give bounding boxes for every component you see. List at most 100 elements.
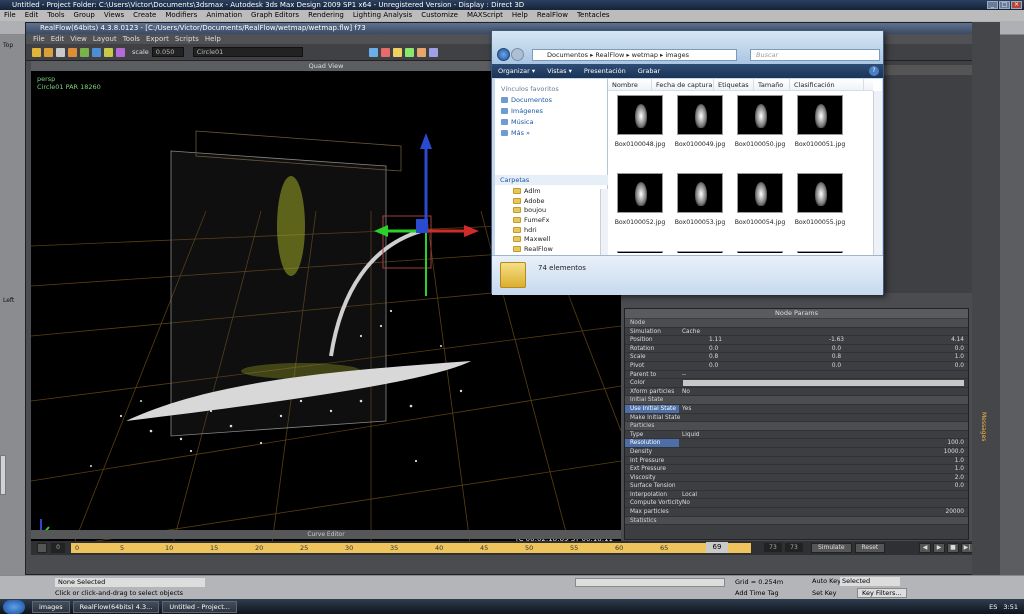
- realflow-menu-item[interactable]: View: [70, 34, 87, 44]
- play-icon[interactable]: ▶: [933, 543, 945, 553]
- file-thumbnail[interactable]: Box0100053.jpg: [672, 171, 728, 249]
- param-value[interactable]: Local: [679, 491, 968, 499]
- param-row[interactable]: Resolution 100.0: [625, 439, 968, 448]
- param-row[interactable]: Position 1.11 -1.63 4.14: [625, 336, 968, 345]
- param-vector[interactable]: 0.0 0.0 0.0: [679, 362, 968, 370]
- realflow-menu-item[interactable]: Export: [146, 34, 169, 44]
- menu-item[interactable]: Create: [133, 10, 156, 21]
- param-component[interactable]: 0.0: [709, 345, 718, 353]
- curve-editor-header[interactable]: Curve Editor: [31, 530, 621, 539]
- select-icon[interactable]: [80, 47, 89, 57]
- param-row[interactable]: Parent to --: [625, 371, 968, 380]
- param-value[interactable]: No: [679, 388, 968, 396]
- undo-icon[interactable]: [68, 47, 77, 57]
- messages-tab[interactable]: Messages: [980, 412, 987, 441]
- folder-item[interactable]: Adobe: [495, 196, 605, 206]
- folder-item[interactable]: Maxwell: [495, 234, 605, 244]
- param-component[interactable]: 4.14: [951, 336, 964, 344]
- coordinate-fields[interactable]: [575, 578, 725, 587]
- clock[interactable]: 3:51: [1003, 603, 1018, 611]
- param-component[interactable]: 0.8: [709, 353, 718, 361]
- range-end-field[interactable]: 73: [785, 543, 803, 552]
- auto-key-button[interactable]: Auto Key: [812, 577, 841, 585]
- param-component[interactable]: 0.0: [709, 362, 718, 370]
- param-row[interactable]: Scale 0.8 0.8 1.0: [625, 353, 968, 362]
- param-row[interactable]: Int Pressure 1.0: [625, 457, 968, 466]
- file-thumbnail[interactable]: Box0100049.jpg: [672, 93, 728, 171]
- realflow-menu-item[interactable]: Scripts: [175, 34, 199, 44]
- param-row[interactable]: Simulation Cache: [625, 328, 968, 337]
- menu-item[interactable]: Lighting Analysis: [353, 10, 412, 21]
- param-value[interactable]: 2.0: [679, 474, 968, 482]
- realflow-menu-item[interactable]: Edit: [51, 34, 65, 44]
- param-row[interactable]: Pivot 0.0 0.0 0.0: [625, 362, 968, 371]
- object-icon[interactable]: [392, 47, 402, 57]
- timeline-bar[interactable]: 0 5 10 15 20 25 30 35 40 45 50 55 60 65: [71, 543, 751, 553]
- save-icon[interactable]: [56, 47, 65, 57]
- menu-item[interactable]: File: [4, 10, 16, 21]
- file-thumbnail[interactable]: [612, 249, 668, 253]
- task-images[interactable]: images: [32, 600, 70, 613]
- reset-button[interactable]: Reset: [854, 543, 886, 553]
- file-thumbnail[interactable]: [732, 249, 788, 253]
- file-thumbnail[interactable]: Box0100054.jpg: [732, 171, 788, 249]
- timeline-prev-button[interactable]: [37, 543, 47, 553]
- range-start-field[interactable]: 73: [764, 543, 782, 552]
- column-header[interactable]: Tamaño: [754, 79, 790, 90]
- emitter-icon[interactable]: [368, 47, 378, 57]
- favorite-link[interactable]: Imágenes: [501, 107, 543, 115]
- favorite-link[interactable]: Más »: [501, 129, 530, 137]
- menu-item[interactable]: Graph Editors: [251, 10, 299, 21]
- file-thumbnail[interactable]: [792, 249, 848, 253]
- file-thumbnail[interactable]: Box0100051.jpg: [792, 93, 848, 171]
- timeline-start-field[interactable]: 0: [51, 543, 65, 553]
- param-component[interactable]: -1.63: [829, 336, 844, 344]
- param-row[interactable]: Color: [625, 379, 968, 388]
- menu-item[interactable]: Help: [512, 10, 528, 21]
- param-value[interactable]: 1.0: [679, 465, 968, 473]
- current-frame[interactable]: 69: [706, 542, 728, 553]
- param-value[interactable]: [679, 414, 968, 422]
- favorite-link[interactable]: Música: [501, 118, 533, 126]
- menu-item[interactable]: Views: [104, 10, 124, 21]
- param-component[interactable]: 0.0: [955, 362, 964, 370]
- menu-item[interactable]: Group: [74, 10, 95, 21]
- param-row[interactable]: Type Liquid: [625, 431, 968, 440]
- move-icon[interactable]: [92, 47, 101, 57]
- param-value[interactable]: 0.0: [679, 482, 968, 490]
- top-view-label[interactable]: Top: [3, 42, 13, 49]
- column-header[interactable]: Etiquetas: [714, 79, 754, 90]
- mesh-icon[interactable]: [404, 47, 414, 57]
- param-value[interactable]: Cache: [679, 328, 968, 336]
- param-vector[interactable]: 0.0 0.0 0.0: [679, 345, 968, 353]
- daemon-icon[interactable]: [380, 47, 390, 57]
- param-row[interactable]: Interpolation Local: [625, 491, 968, 500]
- param-row[interactable]: Viscosity 2.0: [625, 474, 968, 483]
- param-component[interactable]: 1.0: [955, 353, 964, 361]
- column-header[interactable]: Nombre: [608, 79, 652, 90]
- address-field[interactable]: Documentos ▸ RealFlow ▸ wetmap ▸ images: [532, 49, 737, 61]
- menu-item[interactable]: MAXScript: [467, 10, 503, 21]
- column-header[interactable]: Fecha de captura: [652, 79, 714, 90]
- realflow-menu-item[interactable]: Help: [205, 34, 221, 44]
- file-thumbnail[interactable]: Box0100052.jpg: [612, 171, 668, 249]
- param-value[interactable]: Liquid: [679, 431, 968, 439]
- param-row[interactable]: Rotation 0.0 0.0 0.0: [625, 345, 968, 354]
- menu-item[interactable]: Modifiers: [165, 10, 197, 21]
- folder-item[interactable]: boujou: [495, 205, 605, 215]
- param-row[interactable]: Make Initial State: [625, 414, 968, 423]
- explorer-command[interactable]: Organizar ▾: [498, 67, 535, 75]
- realflow-menu-item[interactable]: File: [33, 34, 45, 44]
- menu-item[interactable]: Animation: [206, 10, 242, 21]
- param-row[interactable]: Xform particles No: [625, 388, 968, 397]
- param-value[interactable]: --: [679, 371, 968, 379]
- param-color-swatch[interactable]: [683, 380, 964, 386]
- param-row[interactable]: Max particles 20000: [625, 508, 968, 517]
- param-vector[interactable]: 0.8 0.8 1.0: [679, 353, 968, 361]
- folder-item[interactable]: Adlm: [495, 186, 605, 196]
- rotate-icon[interactable]: [104, 47, 113, 57]
- param-component[interactable]: 0.0: [832, 345, 841, 353]
- realflow-menu-item[interactable]: Tools: [123, 34, 140, 44]
- new-icon[interactable]: [32, 47, 41, 57]
- menu-item[interactable]: Customize: [421, 10, 458, 21]
